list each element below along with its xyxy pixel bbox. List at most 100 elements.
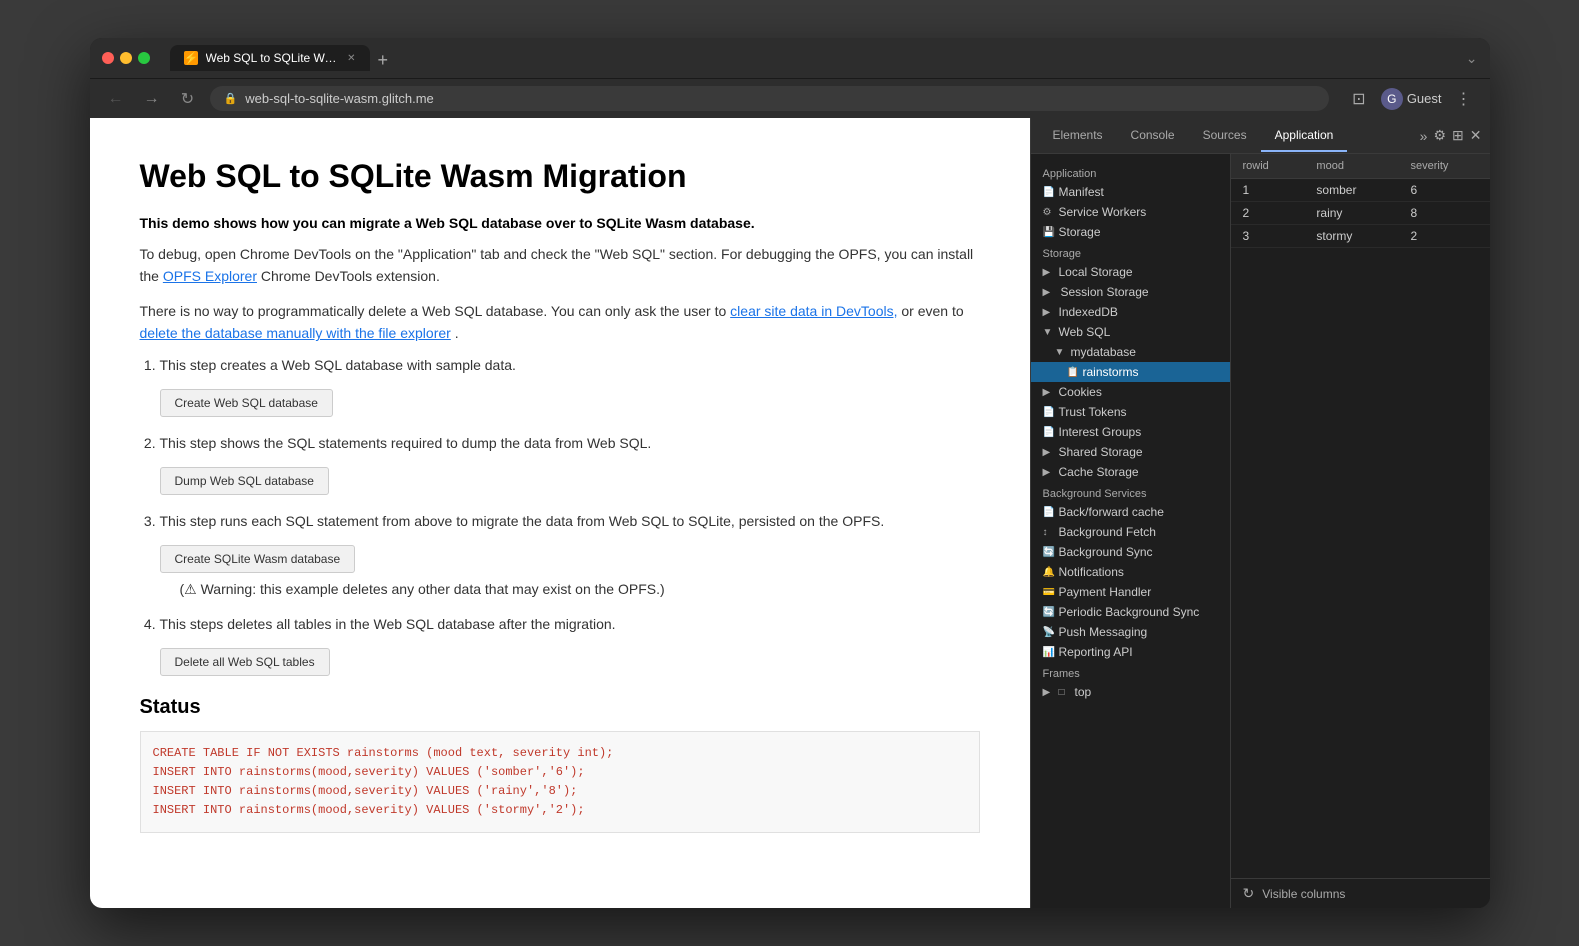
sidebar-item-web-sql[interactable]: ▼ Web SQL — [1031, 322, 1230, 342]
code-line-4: INSERT INTO rainstorms(mood,severity) VA… — [153, 801, 967, 820]
visible-columns-button[interactable]: Visible columns — [1262, 887, 1345, 901]
sidebar-item-cache-storage[interactable]: ▶ Cache Storage — [1031, 462, 1230, 482]
col-mood: mood — [1304, 154, 1398, 179]
sidebar-item-session-storage[interactable]: ▶ Session Storage — [1031, 282, 1230, 302]
sidebar-item-mydatabase[interactable]: ▼ mydatabase — [1031, 342, 1230, 362]
cell-rowid: 2 — [1231, 202, 1305, 225]
sidebar-item-back-forward[interactable]: 📄 Back/forward cache — [1031, 502, 1230, 522]
cell-rowid: 1 — [1231, 179, 1305, 202]
reload-button[interactable]: ↻ — [174, 85, 202, 113]
sidebar-item-indexeddb[interactable]: ▶ IndexedDB — [1031, 302, 1230, 322]
sidebar-item-manifest[interactable]: 📄 Manifest — [1031, 182, 1230, 202]
tab-sources[interactable]: Sources — [1189, 120, 1261, 152]
devtools-tabs: Elements Console Sources Application » ⚙… — [1031, 118, 1490, 154]
sidebar-item-label: Session Storage — [1061, 285, 1149, 299]
sidebar-item-notifications[interactable]: 🔔 Notifications — [1031, 562, 1230, 582]
sidebar-item-local-storage[interactable]: ▶ Local Storage — [1031, 262, 1230, 282]
devtools-panel: Elements Console Sources Application » ⚙… — [1030, 118, 1490, 908]
sidebar-item-label: Manifest — [1059, 185, 1104, 199]
para2-between: or even to — [901, 303, 963, 319]
frame-icon: □ — [1059, 687, 1071, 698]
page-subtitle: This demo shows how you can migrate a We… — [140, 215, 980, 231]
maximize-button[interactable] — [138, 52, 150, 64]
close-button[interactable] — [102, 52, 114, 64]
back-button[interactable]: ← — [102, 85, 130, 113]
para2: There is no way to programmatically dele… — [140, 300, 980, 345]
tab-close-icon[interactable]: ✕ — [347, 53, 355, 64]
new-tab-button[interactable]: + — [370, 50, 397, 71]
sidebar-item-label: Push Messaging — [1059, 625, 1148, 639]
sidebar-item-push-messaging[interactable]: 📡 Push Messaging — [1031, 622, 1230, 642]
sidebar-item-shared-storage[interactable]: ▶ Shared Storage — [1031, 442, 1230, 462]
devtools-main: rowid mood severity 1 somber 6 — [1231, 154, 1490, 908]
more-menu-button[interactable]: ⋮ — [1450, 85, 1478, 113]
expand-icon: ▼ — [1043, 327, 1055, 338]
cell-mood: somber — [1304, 179, 1398, 202]
address-bar[interactable]: 🔒 web-sql-to-sqlite-wasm.glitch.me — [210, 86, 1329, 111]
table-row[interactable]: 1 somber 6 — [1231, 179, 1490, 202]
sidebar-item-periodic-bg-sync[interactable]: 🔄 Periodic Background Sync — [1031, 602, 1230, 622]
back-forward-icon: 📄 — [1043, 507, 1055, 518]
cell-severity: 2 — [1399, 225, 1490, 248]
step-2: This step shows the SQL statements requi… — [160, 435, 980, 495]
sidebar-item-payment-handler[interactable]: 💳 Payment Handler — [1031, 582, 1230, 602]
cell-severity: 6 — [1399, 179, 1490, 202]
app-section-label: Application — [1031, 162, 1230, 182]
sidebar-item-storage[interactable]: 💾 Storage — [1031, 222, 1230, 242]
code-line-2: INSERT INTO rainstorms(mood,severity) VA… — [153, 763, 967, 782]
extensions-button[interactable]: ⊡ — [1345, 85, 1373, 113]
push-messaging-icon: 📡 — [1043, 627, 1055, 638]
sidebar-item-frames-top[interactable]: ▶ □ top — [1031, 682, 1230, 702]
opfs-explorer-link[interactable]: OPFS Explorer — [163, 268, 257, 284]
sidebar-item-rainstorms[interactable]: 📋 rainstorms — [1031, 362, 1230, 382]
sidebar-item-bg-fetch[interactable]: ↕ Background Fetch — [1031, 522, 1230, 542]
expand-icon: ▶ — [1043, 387, 1055, 398]
devtools-settings-icon[interactable]: ⚙ — [1433, 127, 1446, 144]
clear-site-data-link[interactable]: clear site data in DevTools, — [730, 303, 897, 319]
table-header: rowid mood severity — [1231, 154, 1490, 179]
sidebar-item-label: Trust Tokens — [1059, 405, 1127, 419]
sidebar-item-cookies[interactable]: ▶ Cookies — [1031, 382, 1230, 402]
expand-icon: ▶ — [1043, 267, 1055, 278]
tab-title: Web SQL to SQLite Wasm Mig... — [206, 51, 340, 65]
col-rowid: rowid — [1231, 154, 1305, 179]
sidebar-item-label: rainstorms — [1083, 365, 1139, 379]
bg-sync-icon: 🔄 — [1043, 547, 1055, 558]
delete-tables-button[interactable]: Delete all Web SQL tables — [160, 648, 330, 676]
intro-text2: Chrome DevTools extension. — [261, 268, 440, 284]
devtools-close-icon[interactable]: ✕ — [1470, 127, 1482, 144]
nav-bar: ← → ↻ 🔒 web-sql-to-sqlite-wasm.glitch.me… — [90, 78, 1490, 118]
sidebar-item-trust-tokens[interactable]: 📄 Trust Tokens — [1031, 402, 1230, 422]
sidebar-item-reporting-api[interactable]: 📊 Reporting API — [1031, 642, 1230, 662]
tab-application[interactable]: Application — [1261, 120, 1348, 152]
step-2-text: This step shows the SQL statements requi… — [160, 435, 652, 451]
refresh-icon[interactable]: ↻ — [1243, 885, 1255, 902]
sidebar-item-service-workers[interactable]: ⚙ Service Workers — [1031, 202, 1230, 222]
devtools-dock-icon[interactable]: ⊞ — [1452, 127, 1464, 144]
table-row[interactable]: 3 stormy 2 — [1231, 225, 1490, 248]
tab-console[interactable]: Console — [1117, 120, 1189, 152]
create-sqlite-button[interactable]: Create SQLite Wasm database — [160, 545, 356, 573]
sidebar-item-label: top — [1075, 685, 1092, 699]
sidebar-item-label: Payment Handler — [1059, 585, 1152, 599]
table-row[interactable]: 2 rainy 8 — [1231, 202, 1490, 225]
minimize-button[interactable] — [120, 52, 132, 64]
account-button[interactable]: G Guest — [1381, 88, 1442, 110]
more-tabs-icon[interactable]: » — [1420, 128, 1428, 144]
create-websql-button[interactable]: Create Web SQL database — [160, 389, 333, 417]
sidebar-item-bg-sync[interactable]: 🔄 Background Sync — [1031, 542, 1230, 562]
sidebar-item-label: Back/forward cache — [1059, 505, 1164, 519]
code-line-3: INSERT INTO rainstorms(mood,severity) VA… — [153, 782, 967, 801]
table-body: 1 somber 6 2 rainy 8 3 storm — [1231, 179, 1490, 248]
step-3-text: This step runs each SQL statement from a… — [160, 513, 885, 529]
sidebar-item-interest-groups[interactable]: 📄 Interest Groups — [1031, 422, 1230, 442]
forward-button[interactable]: → — [138, 85, 166, 113]
code-line-1: CREATE TABLE IF NOT EXISTS rainstorms (m… — [153, 744, 967, 763]
dump-websql-button[interactable]: Dump Web SQL database — [160, 467, 329, 495]
active-tab[interactable]: ⚡ Web SQL to SQLite Wasm Mig... ✕ — [170, 45, 370, 71]
account-avatar: G — [1381, 88, 1403, 110]
tab-elements[interactable]: Elements — [1039, 120, 1117, 152]
account-name: Guest — [1407, 91, 1442, 106]
sidebar-item-label: IndexedDB — [1059, 305, 1118, 319]
delete-database-link[interactable]: delete the database manually with the fi… — [140, 325, 451, 341]
